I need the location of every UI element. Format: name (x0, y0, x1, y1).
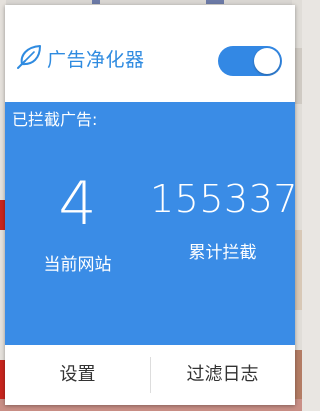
ad-blocker-popup: 广告净化器 已拦截广告: 4 当前网站 155337 累计拦截 设置 过滤日志 (5, 5, 299, 405)
stats-panel: 已拦截广告: 4 当前网站 155337 累计拦截 (5, 102, 299, 345)
toggle-knob[interactable] (254, 48, 280, 74)
total-blocked-count: 155337 (150, 177, 299, 221)
total-blocked-label: 累计拦截 (188, 243, 257, 263)
blocked-heading: 已拦截广告: (12, 110, 98, 129)
filter-log-button[interactable]: 过滤日志 (150, 345, 295, 405)
background-chip (92, 0, 100, 4)
popup-header: 广告净化器 (5, 5, 295, 102)
background-chip (206, 0, 224, 4)
current-site-count: 4 (58, 169, 97, 239)
leaf-icon (17, 45, 41, 69)
current-site-label: 当前网站 (43, 255, 112, 275)
settings-button[interactable]: 设置 (5, 345, 150, 405)
current-site-stat: 4 当前网站 (5, 174, 150, 275)
total-blocked-stat: 155337 累计拦截 (150, 177, 299, 263)
blocker-toggle[interactable] (218, 46, 282, 76)
popup-footer: 设置 过滤日志 (5, 345, 295, 405)
app-title: 广告净化器 (47, 49, 145, 71)
